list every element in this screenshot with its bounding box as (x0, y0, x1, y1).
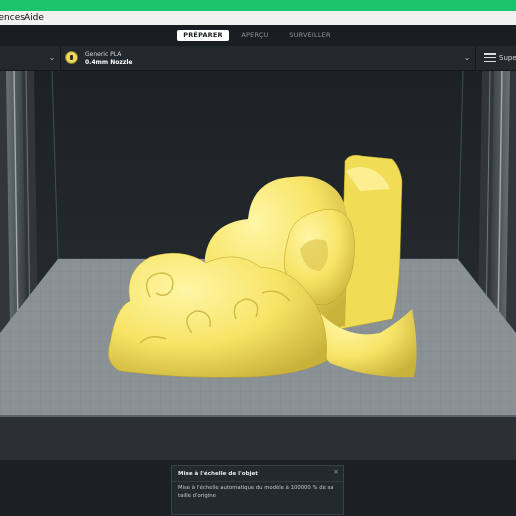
print-settings-panel[interactable]: Super (475, 46, 516, 70)
menu-bar: rences Aide (0, 11, 516, 26)
printer-selector[interactable]: ⌄ (0, 46, 61, 70)
scale-notification: Mise à l'échelle de l'objet × Mise à l'é… (171, 465, 344, 515)
material-spool-icon (65, 51, 78, 64)
menu-item-preferences[interactable]: rences (0, 11, 25, 25)
settings-sliders-icon (484, 53, 496, 63)
chevron-down-icon: ⌄ (48, 53, 56, 62)
nozzle-size[interactable]: 0.4mm Nozzle (85, 59, 132, 66)
tab-preview[interactable]: APERÇU (232, 30, 278, 41)
stage-tabs: PRÉPARER APERÇU SURVEILLER (0, 25, 516, 46)
close-icon[interactable]: × (332, 468, 340, 476)
chevron-down-icon[interactable]: ⌄ (462, 53, 472, 63)
notification-title: Mise à l'échelle de l'objet (178, 471, 258, 477)
profile-label: Super (499, 54, 516, 62)
notification-body: Mise à l'échelle automatique du modèle à… (178, 485, 334, 499)
printer-toolbar: ⌄ Generic PLA 0.4mm Nozzle ⌄ Super (0, 46, 516, 71)
notification-divider (172, 481, 343, 482)
window-title-bar (0, 0, 516, 11)
material-name[interactable]: Generic PLA (85, 51, 121, 58)
menu-item-help[interactable]: Aide (24, 11, 44, 25)
tab-prepare[interactable]: PRÉPARER (177, 30, 229, 41)
tab-monitor[interactable]: SURVEILLER (283, 30, 337, 41)
3d-viewport[interactable] (0, 71, 516, 460)
